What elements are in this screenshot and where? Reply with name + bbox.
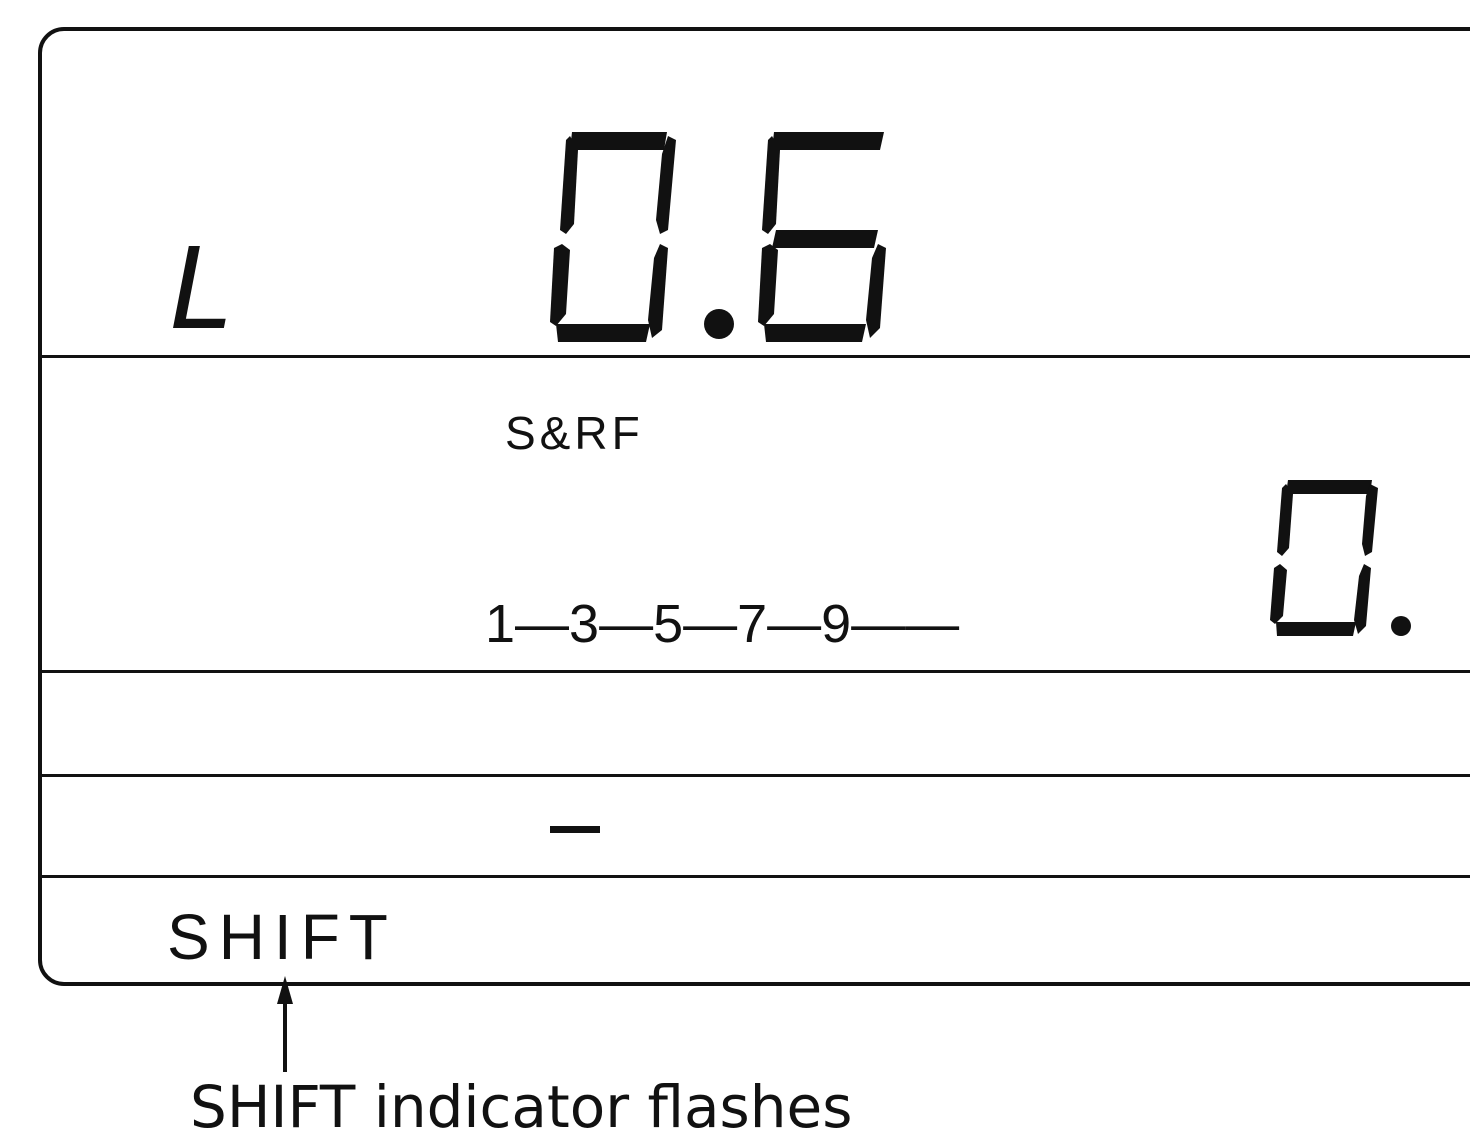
secondary-digit-0-seg-a [1286, 480, 1372, 494]
main-digit-6-seg-g [772, 230, 878, 248]
main-digit-6-seg-c [866, 244, 886, 338]
dash-segment [550, 826, 600, 833]
channel-indicator: L [170, 225, 232, 355]
annotation-caption: SHIFT indicator flashes [190, 1073, 853, 1141]
mode-label: S&RF [505, 407, 644, 459]
main-digit-0-seg-b [656, 136, 676, 234]
harmonics-scale: 1—3—5—7—9—— [485, 594, 960, 654]
secondary-value-digits [1270, 480, 1411, 636]
shift-indicator: SHIFT [167, 901, 397, 973]
secondary-decimal-point [1391, 616, 1411, 636]
main-digit-0-seg-f [560, 136, 578, 234]
secondary-digit-0-seg-b [1362, 484, 1378, 556]
secondary-digit-0-seg-f [1277, 484, 1293, 556]
main-digit-0-seg-e [550, 244, 570, 326]
secondary-digit-0-seg-c [1354, 564, 1371, 634]
channel-indicator-text: L [170, 225, 232, 355]
secondary-digit-0-seg-d [1276, 622, 1356, 636]
main-digit-6-seg-d [764, 324, 866, 342]
main-digit-0-seg-c [648, 244, 668, 338]
main-decimal-point [704, 309, 734, 339]
annotation-arrowhead [277, 976, 293, 1004]
main-digit-6-seg-e [758, 244, 778, 326]
main-digit-0-seg-a [570, 132, 667, 150]
annotation-arrow [277, 976, 293, 1072]
main-digit-6-seg-f [762, 136, 780, 234]
secondary-digit-0-seg-e [1270, 564, 1287, 624]
main-value-digits [550, 132, 886, 342]
main-digit-0-seg-d [556, 324, 650, 342]
main-digit-6-seg-a [772, 132, 884, 150]
